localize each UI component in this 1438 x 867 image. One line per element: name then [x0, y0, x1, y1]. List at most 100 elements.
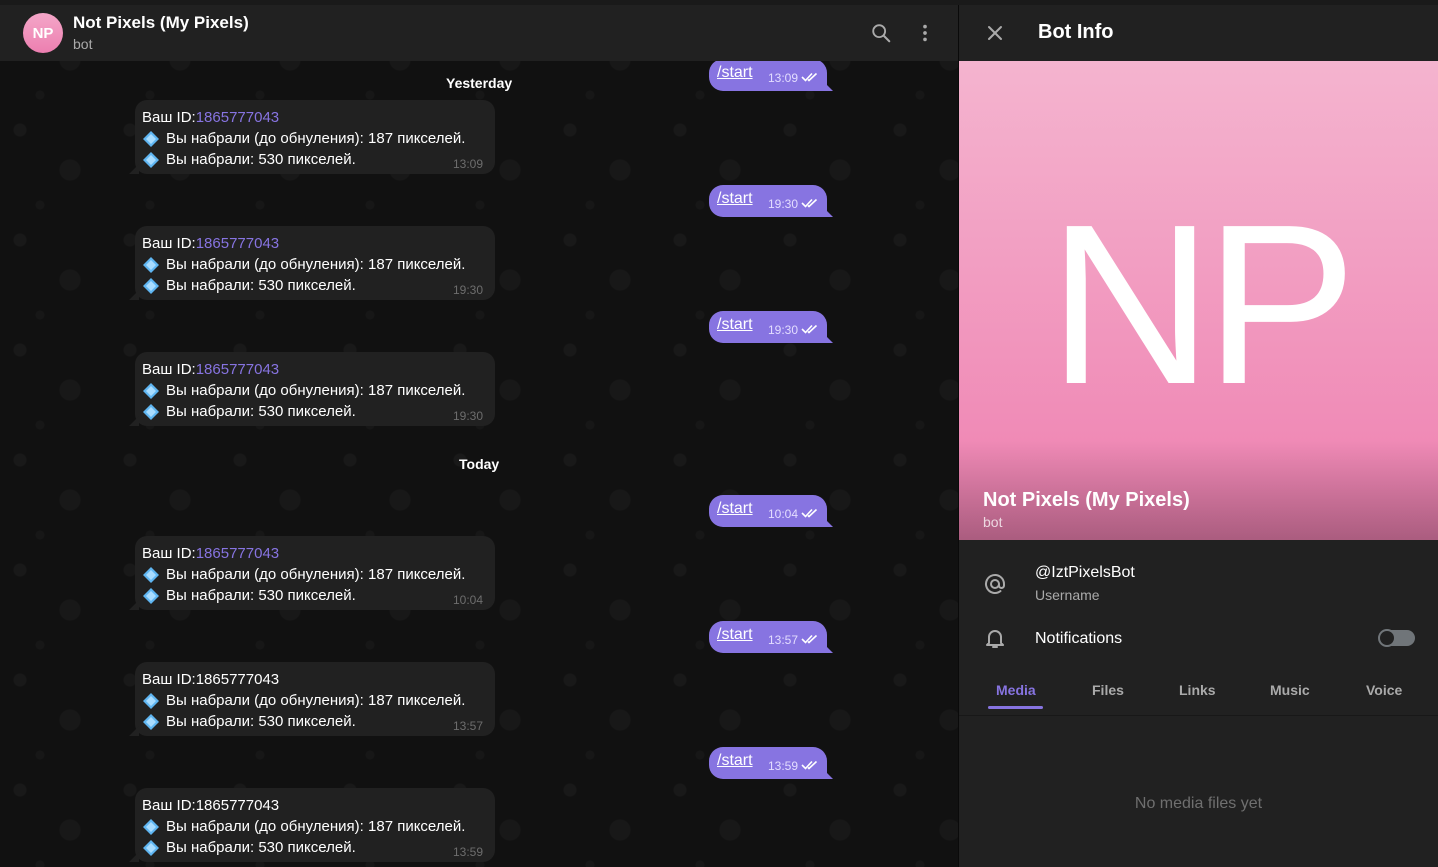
message-line-id: Ваш ID: 1865777043 — [142, 543, 488, 564]
bell-icon — [981, 624, 1009, 652]
outgoing-message[interactable]: /start 13:59 — [709, 747, 827, 779]
notifications-toggle[interactable] — [1378, 629, 1415, 647]
more-vertical-icon[interactable] — [911, 19, 939, 47]
message-time: 13:59 — [452, 845, 483, 859]
message-line: Вы набрали: 530 пикселей. — [142, 837, 488, 858]
profile-photo[interactable]: NP — [959, 61, 1438, 540]
avatar[interactable]: NP — [23, 13, 63, 53]
message-line-id: Ваш ID: 1865777043 — [142, 795, 488, 816]
id-label: Ваш ID: — [142, 109, 196, 126]
message-time: 19:30 — [768, 323, 799, 337]
message-line: Вы набрали (до обнуления): 187 пикселей. — [142, 564, 488, 585]
incoming-message[interactable]: Ваш ID: 1865777043 Вы набрали (до обнуле… — [135, 662, 495, 736]
chat-subtitle: bot — [73, 36, 93, 52]
incoming-message[interactable]: Ваш ID: 1865777043 Вы набрали (до обнуле… — [135, 536, 495, 610]
toggle-knob — [1378, 629, 1396, 647]
double-check-icon — [801, 198, 818, 208]
command-link[interactable]: /start — [717, 64, 753, 82]
command-link[interactable]: /start — [717, 316, 753, 334]
message-line: Вы набрали (до обнуления): 187 пикселей. — [142, 380, 488, 401]
id-link[interactable]: 1865777043 — [196, 359, 279, 380]
outgoing-message[interactable]: /start 19:30 — [709, 185, 827, 217]
message-line: Вы набрали (до обнуления): 187 пикселей. — [142, 254, 488, 275]
diamond-icon — [143, 256, 159, 273]
outgoing-message[interactable]: /start 13:57 — [709, 621, 827, 653]
command-link[interactable]: /start — [717, 500, 753, 518]
id-label: Ваш ID: — [142, 545, 196, 562]
message-line: Вы набрали: 530 пикселей. — [142, 275, 488, 296]
command-link[interactable]: /start — [717, 626, 753, 644]
diamond-icon — [143, 403, 159, 420]
at-icon — [981, 570, 1009, 598]
message-time: 13:09 — [452, 157, 483, 171]
username-value[interactable]: @IztPixelsBot — [1035, 564, 1135, 582]
diamond-icon — [143, 130, 159, 147]
incoming-message[interactable]: Ваш ID: 1865777043 Вы набрали (до обнуле… — [135, 226, 495, 300]
message-text: Вы набрали (до обнуления): 187 пикселей. — [166, 818, 466, 835]
message-text: Вы набрали (до обнуления): 187 пикселей. — [166, 256, 466, 273]
message-text: Вы набрали (до обнуления): 187 пикселей. — [166, 566, 466, 583]
tab-files[interactable]: Files — [1092, 682, 1124, 698]
date-separator-yesterday: Yesterday — [446, 75, 513, 91]
message-text: Вы набрали: 530 пикселей. — [166, 587, 356, 604]
double-check-icon — [801, 508, 818, 518]
close-icon[interactable] — [981, 19, 1009, 47]
incoming-message[interactable]: Ваш ID: 1865777043 Вы набрали (до обнуле… — [135, 788, 495, 862]
id-link[interactable]: 1865777043 — [196, 233, 279, 254]
message-text: Вы набрали: 530 пикселей. — [166, 403, 356, 420]
profile-subtitle: bot — [983, 514, 1003, 530]
message-time: 19:30 — [452, 283, 483, 297]
double-check-icon — [801, 324, 818, 334]
double-check-icon — [801, 760, 818, 770]
message-line: Вы набрали: 530 пикселей. — [142, 711, 488, 732]
active-tab-indicator — [988, 706, 1043, 709]
chat-title[interactable]: Not Pixels (My Pixels) — [73, 13, 249, 33]
id-label: Ваш ID: — [142, 797, 196, 814]
id-label: Ваш ID: — [142, 361, 196, 378]
empty-media-text: No media files yet — [1134, 795, 1263, 812]
outgoing-message[interactable]: /start 19:30 — [709, 311, 827, 343]
message-line: Вы набрали (до обнуления): 187 пикселей. — [142, 690, 488, 711]
info-title: Bot Info — [1038, 21, 1114, 43]
message-time: 13:09 — [768, 71, 799, 85]
message-line-id: Ваш ID: 1865777043 — [142, 359, 488, 380]
message-text: Вы набрали (до обнуления): 187 пикселей. — [166, 692, 466, 709]
tab-music[interactable]: Music — [1270, 682, 1310, 698]
id-label: Ваш ID: — [142, 671, 196, 688]
message-text: Вы набрали (до обнуления): 187 пикселей. — [166, 130, 466, 147]
message-line: Вы набрали: 530 пикселей. — [142, 401, 488, 422]
double-check-icon — [801, 634, 818, 644]
search-icon[interactable] — [867, 19, 895, 47]
incoming-message[interactable]: Ваш ID: 1865777043 Вы набрали (до обнуле… — [135, 352, 495, 426]
command-link[interactable]: /start — [717, 752, 753, 770]
bot-info-panel: Bot Info NP Not Pixels (My Pixels) bot @… — [959, 5, 1438, 867]
command-link[interactable]: /start — [717, 190, 753, 208]
message-line: Вы набрали (до обнуления): 187 пикселей. — [142, 128, 488, 149]
incoming-message[interactable]: Ваш ID: 1865777043 Вы набрали (до обнуле… — [135, 100, 495, 174]
message-line: Вы набрали: 530 пикселей. — [142, 585, 488, 606]
message-time: 10:04 — [768, 507, 799, 521]
id-link[interactable]: 1865777043 — [196, 543, 279, 564]
info-header: Bot Info — [959, 5, 1438, 61]
message-line-id: Ваш ID: 1865777043 — [142, 107, 488, 128]
id-label: Ваш ID: — [142, 235, 196, 252]
tab-links[interactable]: Links — [1179, 682, 1216, 698]
id-text: 1865777043 — [195, 671, 280, 688]
notifications-label[interactable]: Notifications — [1035, 630, 1122, 648]
diamond-icon — [143, 692, 159, 709]
outgoing-message[interactable]: /start 10:04 — [709, 495, 827, 527]
diamond-icon — [143, 277, 159, 294]
chat-panel: NP Not Pixels (My Pixels) bot Yesterday … — [0, 0, 958, 867]
message-line: Вы набрали (до обнуления): 187 пикселей. — [142, 816, 488, 837]
tab-voice[interactable]: Voice — [1366, 682, 1402, 698]
tab-media[interactable]: Media — [996, 682, 1036, 698]
message-time: 13:59 — [768, 759, 799, 773]
message-text: Вы набрали (до обнуления): 187 пикселей. — [166, 382, 466, 399]
date-separator-today: Today — [459, 456, 500, 472]
message-time: 13:57 — [768, 633, 799, 647]
id-link[interactable]: 1865777043 — [196, 107, 279, 128]
diamond-icon — [143, 587, 159, 604]
chat-header[interactable]: NP Not Pixels (My Pixels) bot — [0, 5, 958, 61]
diamond-icon — [143, 839, 159, 856]
outgoing-message[interactable]: /start 13:09 — [709, 59, 827, 91]
